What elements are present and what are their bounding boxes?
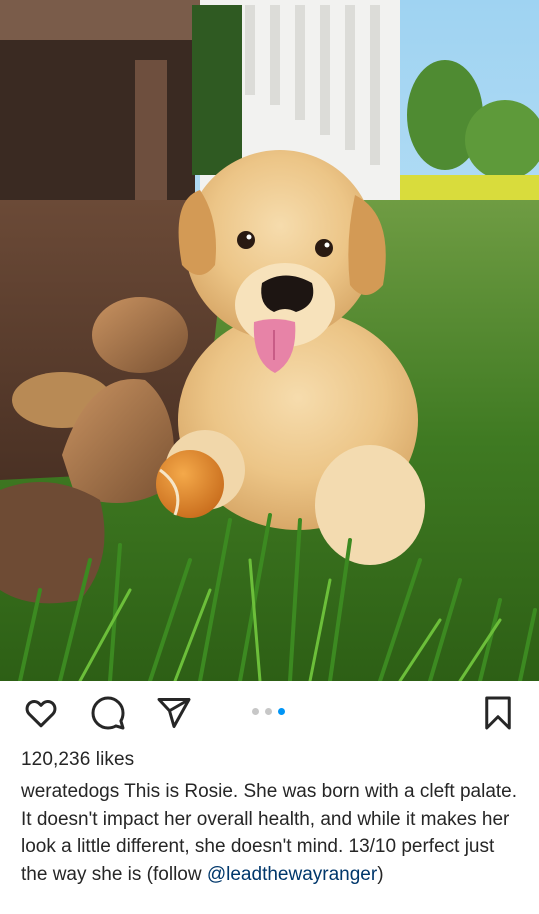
carousel-indicator <box>252 708 285 715</box>
post-image[interactable] <box>0 0 539 681</box>
share-button[interactable] <box>156 695 192 731</box>
carousel-dot-active <box>278 708 285 715</box>
bookmark-icon <box>485 696 511 730</box>
like-button[interactable] <box>23 695 59 731</box>
comment-icon <box>91 696 125 730</box>
heart-icon <box>25 699 57 728</box>
send-icon <box>157 698 191 728</box>
carousel-dot <box>265 708 272 715</box>
caption-mention-link[interactable]: @leadthewayranger <box>207 864 377 885</box>
likes-count[interactable]: 120,236 likes <box>21 749 134 771</box>
post-actions-bar <box>0 681 539 743</box>
comment-button[interactable] <box>90 695 126 731</box>
caption-closing: ) <box>377 863 384 885</box>
caption-username[interactable]: weratedogs <box>21 781 119 802</box>
save-button[interactable] <box>480 695 516 731</box>
puppy-photo <box>0 0 539 681</box>
carousel-dot <box>252 708 259 715</box>
post-caption: weratedogs This is Rosie. She was born w… <box>21 778 521 888</box>
